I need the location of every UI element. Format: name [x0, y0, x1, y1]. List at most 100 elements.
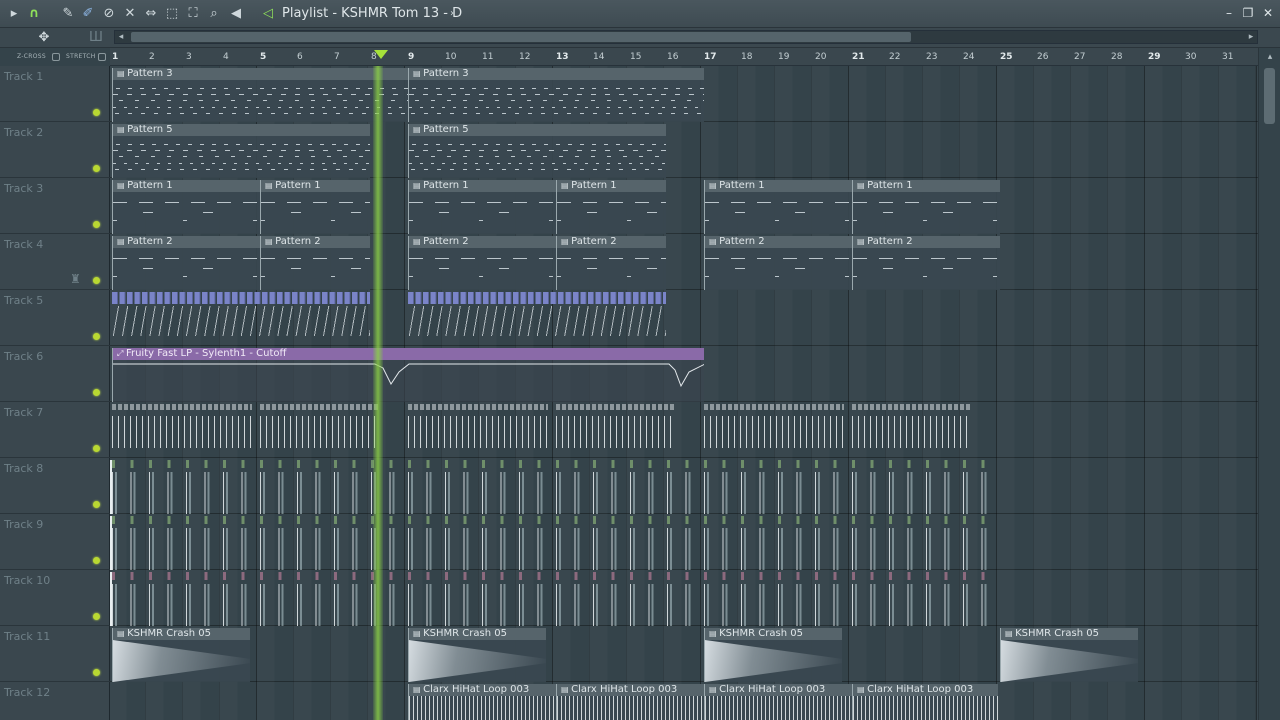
playlist-arrow-icon[interactable]: ◁	[260, 6, 276, 22]
clip-pattern-2[interactable]: Pattern 2	[852, 236, 1000, 290]
clip-kshmr-crash[interactable]: KSHMR Crash 05	[408, 628, 546, 682]
clip-pattern-1[interactable]: Pattern 1	[408, 180, 556, 234]
brush-icon[interactable]: ✐	[80, 6, 96, 22]
bar-number: 4	[223, 52, 229, 62]
scroll-up-icon[interactable]: ▴	[1263, 50, 1277, 64]
clip-drum-loop[interactable]	[704, 404, 844, 458]
horizontal-scroll-thumb[interactable]	[131, 32, 911, 42]
clip-pattern-1[interactable]: Pattern 1	[704, 180, 852, 234]
track-enable-icon[interactable]	[93, 333, 100, 340]
clip-pattern-2[interactable]: Pattern 2	[556, 236, 666, 290]
play-arrow-icon[interactable]: ▸	[6, 6, 22, 22]
clip-drum-loop[interactable]	[260, 404, 380, 458]
track-header[interactable]: Track 10	[0, 570, 110, 626]
pencil-icon[interactable]: ✎	[60, 6, 76, 22]
restore-icon[interactable]: ❐	[1241, 6, 1255, 20]
clip-notes	[261, 192, 370, 234]
scroll-right-icon[interactable]: ▸	[1244, 30, 1258, 44]
mute-icon[interactable]: ✕	[122, 6, 138, 22]
playhead-marker-icon[interactable]	[374, 50, 388, 59]
track-enable-icon[interactable]	[93, 613, 100, 620]
clip-kshmr-crash[interactable]: KSHMR Crash 05	[1000, 628, 1138, 682]
clip-pattern-2[interactable]: Pattern 2	[408, 236, 556, 290]
clip-notes	[557, 192, 666, 234]
clip-one-shots-track-9[interactable]	[110, 516, 998, 570]
clip-drum-loop[interactable]	[408, 404, 548, 458]
slip-icon[interactable]: ⇔	[143, 6, 159, 22]
playlist-grid[interactable]: Pattern 3 Pattern 3 Pattern 5 Pattern 5 …	[110, 66, 1258, 720]
clip-drum-loop[interactable]	[852, 404, 972, 458]
track-header[interactable]: Track 11	[0, 626, 110, 682]
clip-audio-chops[interactable]	[408, 292, 666, 346]
track-header[interactable]: Track 2	[0, 122, 110, 178]
magnet-icon[interactable]: ∩	[26, 6, 42, 22]
minimize-icon[interactable]: –	[1222, 6, 1236, 20]
track-name: Track 7	[4, 406, 44, 419]
track-4-lock-icon[interactable]: ♜	[70, 272, 81, 286]
clip-pattern-2[interactable]: Pattern 2	[112, 236, 260, 290]
track-enable-icon[interactable]	[93, 165, 100, 172]
clip-pattern-2[interactable]: Pattern 2	[260, 236, 370, 290]
timeline-ruler[interactable]: 1 2 3 4 5 6 7 8 9 10 11 12 13 14 15 16 17 18 19 20 21 22 23 24 2…	[110, 48, 1258, 66]
select-icon[interactable]: ⬚	[164, 6, 180, 22]
clip-one-shots-track-8[interactable]	[110, 460, 998, 514]
clip-clarx-hihat-loop[interactable]: Clarx HiHat Loop 003	[408, 684, 556, 720]
stretch-checkbox[interactable]	[98, 53, 106, 61]
horizontal-scrollbar[interactable]	[114, 30, 1258, 44]
stamp-icon[interactable]: Ш	[88, 30, 104, 46]
clip-one-shots-track-10[interactable]	[110, 572, 998, 626]
clip-label: KSHMR Crash 05	[409, 628, 546, 640]
clip-drum-loop[interactable]	[112, 404, 252, 458]
track-name: Track 11	[4, 630, 51, 643]
clip-pattern-1[interactable]: Pattern 1	[852, 180, 1000, 234]
track-header[interactable]: Track 5	[0, 290, 110, 346]
track-header[interactable]: Track 6	[0, 346, 110, 402]
speaker-icon[interactable]: ◀	[228, 6, 244, 22]
clip-kshmr-crash[interactable]: KSHMR Crash 05	[704, 628, 842, 682]
bar-number: 31	[1222, 52, 1234, 62]
clip-kshmr-crash[interactable]: KSHMR Crash 05	[112, 628, 250, 682]
title-dropdown-icon[interactable]: ›	[444, 6, 460, 22]
track-header[interactable]: Track 4	[0, 234, 110, 290]
track-enable-icon[interactable]	[93, 109, 100, 116]
track-header[interactable]: Track 3	[0, 178, 110, 234]
clip-clarx-hihat-loop[interactable]: Clarx HiHat Loop 003	[556, 684, 704, 720]
track-header[interactable]: Track 7	[0, 402, 110, 458]
clip-pattern-3[interactable]: Pattern 3	[112, 68, 408, 122]
track-enable-icon[interactable]	[93, 669, 100, 676]
track-enable-icon[interactable]	[93, 557, 100, 564]
track-enable-icon[interactable]	[93, 277, 100, 284]
clip-audio-chops[interactable]	[112, 292, 370, 346]
playhead[interactable]	[373, 66, 383, 720]
clip-pattern-1[interactable]: Pattern 1	[112, 180, 260, 234]
clip-label: Pattern 3	[409, 68, 704, 80]
vertical-scroll-thumb[interactable]	[1264, 68, 1275, 124]
clip-drum-loop[interactable]	[556, 404, 676, 458]
clip-pattern-1[interactable]: Pattern 1	[260, 180, 370, 234]
track-header[interactable]: Track 12	[0, 682, 110, 720]
clip-automation-cutoff[interactable]: Fruity Fast LP - Sylenth1 - Cutoff	[112, 348, 704, 402]
clip-label: Clarx HiHat Loop 003	[705, 684, 852, 696]
delete-icon[interactable]: ⊘	[101, 6, 117, 22]
clip-pattern-1[interactable]: Pattern 1	[556, 180, 666, 234]
clip-pattern-5[interactable]: Pattern 5	[408, 124, 666, 178]
track-header[interactable]: Track 1	[0, 66, 110, 122]
vertical-scrollbar[interactable]: ▴	[1258, 48, 1280, 720]
fullscreen-select-icon[interactable]: ⛶	[185, 6, 201, 22]
scroll-left-icon[interactable]: ◂	[114, 30, 128, 44]
zoom-icon[interactable]: ⌕	[206, 6, 222, 22]
xcross-checkbox[interactable]	[52, 53, 60, 61]
close-icon[interactable]: ✕	[1261, 6, 1275, 20]
clip-pattern-2[interactable]: Pattern 2	[704, 236, 852, 290]
clip-clarx-hihat-loop[interactable]: Clarx HiHat Loop 003	[704, 684, 852, 720]
track-enable-icon[interactable]	[93, 221, 100, 228]
track-enable-icon[interactable]	[93, 445, 100, 452]
clip-pattern-3[interactable]: Pattern 3	[408, 68, 704, 122]
clip-pattern-5[interactable]: Pattern 5	[112, 124, 370, 178]
snap-icon[interactable]: ✥	[36, 30, 52, 46]
track-enable-icon[interactable]	[93, 389, 100, 396]
track-header[interactable]: Track 8	[0, 458, 110, 514]
track-enable-icon[interactable]	[93, 501, 100, 508]
clip-clarx-hihat-loop[interactable]: Clarx HiHat Loop 003	[852, 684, 998, 720]
track-header[interactable]: Track 9	[0, 514, 110, 570]
